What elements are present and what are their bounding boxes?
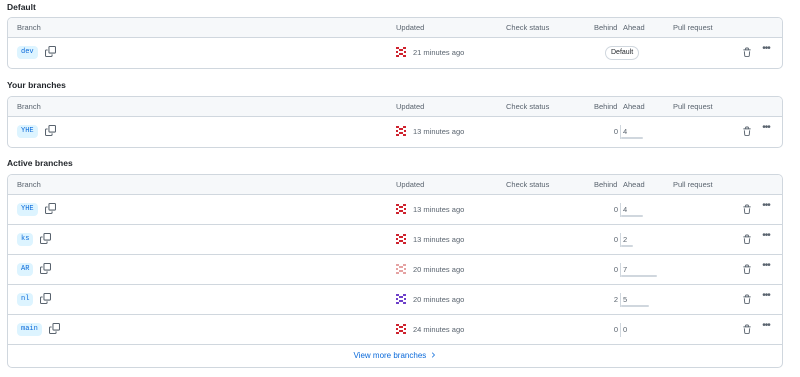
branch-name-link[interactable]: YHE — [17, 203, 38, 216]
branch-name-link[interactable]: main — [17, 323, 42, 336]
default-badge: Default — [605, 46, 640, 60]
avatar[interactable] — [396, 234, 406, 244]
column-header-branch: Branch — [17, 180, 41, 189]
view-more-branches-link[interactable]: View more branches — [8, 345, 782, 367]
branch-name-link[interactable]: YHE — [17, 125, 38, 138]
delete-branch-icon[interactable] — [742, 204, 752, 215]
copy-icon[interactable] — [45, 125, 56, 136]
table-header: Branch Updated Check status Behind Ahead Pull… — [8, 97, 782, 117]
avatar[interactable] — [396, 126, 406, 136]
view-more-label: View more branches — [353, 351, 427, 360]
avatar[interactable] — [396, 294, 406, 304]
branch-row: dev 21 minutes ago Default ••• — [8, 38, 782, 68]
updated-time: 20 minutes ago — [413, 265, 465, 274]
section-title-your-branches: Your branches — [7, 80, 66, 90]
copy-icon[interactable] — [49, 323, 60, 334]
branch-row: YHE 13 minutes ago 0 4 ••• — [8, 195, 782, 225]
ahead-bar — [621, 215, 643, 217]
column-header-ahead: Ahead — [623, 102, 645, 111]
ahead-bar — [621, 305, 649, 307]
more-options-icon[interactable]: ••• — [759, 321, 773, 333]
table-header: Branch Updated Check status Behind Ahead Pull… — [8, 18, 782, 38]
behind-count: 0 — [613, 127, 618, 136]
column-header-ahead: Ahead — [623, 180, 645, 189]
ahead-count: 5 — [623, 295, 628, 304]
behind-count: 0 — [613, 265, 618, 274]
branch-name-link[interactable]: dev — [17, 46, 38, 59]
column-header-branch: Branch — [17, 102, 41, 111]
branch-row: ks 13 minutes ago 0 2 ••• — [8, 225, 782, 255]
updated-time: 24 minutes ago — [413, 325, 465, 334]
behind-count: 0 — [613, 205, 618, 214]
branch-name-link[interactable]: nl — [17, 293, 34, 306]
column-header-ahead: Ahead — [623, 23, 645, 32]
ahead-bar — [621, 137, 643, 139]
branch-row: main 24 minutes ago 0 0 ••• — [8, 315, 782, 345]
column-header-branch: Branch — [17, 23, 41, 32]
column-header-check-status: Check status — [506, 180, 550, 189]
ahead-bar — [621, 245, 633, 247]
branch-row: AR 20 minutes ago 0 7 ••• — [8, 255, 782, 285]
column-header-behind: Behind — [594, 23, 618, 32]
column-header-check-status: Check status — [506, 23, 550, 32]
more-options-icon[interactable]: ••• — [759, 201, 773, 213]
column-header-check-status: Check status — [506, 102, 550, 111]
chevron-right-icon — [426, 351, 436, 360]
behind-count: 2 — [613, 295, 618, 304]
copy-icon[interactable] — [40, 293, 51, 304]
behind-count: 0 — [613, 325, 618, 334]
column-header-pull-request: Pull request — [673, 102, 713, 111]
branch-row: nl 20 minutes ago 2 5 ••• — [8, 285, 782, 315]
column-header-pull-request: Pull request — [673, 180, 713, 189]
delete-branch-icon[interactable] — [742, 47, 752, 58]
more-options-icon[interactable]: ••• — [759, 231, 773, 243]
column-header-behind: Behind — [594, 102, 618, 111]
branch-name-link[interactable]: AR — [17, 263, 34, 276]
more-options-icon[interactable]: ••• — [759, 261, 773, 273]
more-options-icon[interactable]: ••• — [759, 291, 773, 303]
delete-branch-icon[interactable] — [742, 324, 752, 335]
delete-branch-icon[interactable] — [742, 126, 752, 137]
more-options-icon[interactable]: ••• — [759, 123, 773, 135]
avatar[interactable] — [396, 264, 406, 274]
your-branches-table: Branch Updated Check status Behind Ahead Pull… — [7, 96, 783, 148]
ahead-count: 0 — [623, 325, 628, 334]
branch-row: YHE 13 minutes ago 0 4 ••• — [8, 117, 782, 147]
behind-count: 0 — [613, 235, 618, 244]
branch-name-link[interactable]: ks — [17, 233, 34, 246]
section-title-default: Default — [7, 2, 36, 12]
updated-time: 20 minutes ago — [413, 295, 465, 304]
table-header: Branch Updated Check status Behind Ahead Pull… — [8, 175, 782, 195]
column-header-updated: Updated — [396, 23, 425, 32]
section-title-active-branches: Active branches — [7, 158, 73, 168]
copy-icon[interactable] — [40, 233, 51, 244]
avatar[interactable] — [396, 47, 406, 57]
ahead-count: 4 — [623, 205, 628, 214]
active-branches-table: Branch Updated Check status Behind Ahead Pull… — [7, 174, 783, 368]
updated-time: 13 minutes ago — [413, 127, 465, 136]
more-options-icon[interactable]: ••• — [759, 44, 773, 56]
default-branches-table: Branch Updated Check status Behind Ahead Pull… — [7, 17, 783, 69]
ahead-count: 7 — [623, 265, 628, 274]
column-header-behind: Behind — [594, 180, 618, 189]
column-header-pull-request: Pull request — [673, 23, 713, 32]
avatar[interactable] — [396, 204, 406, 214]
column-header-updated: Updated — [396, 102, 425, 111]
column-header-updated: Updated — [396, 180, 425, 189]
behind-ahead-divider — [620, 323, 621, 337]
updated-time: 21 minutes ago — [413, 48, 465, 57]
copy-icon[interactable] — [45, 46, 56, 57]
delete-branch-icon[interactable] — [742, 264, 752, 275]
ahead-count: 2 — [623, 235, 628, 244]
avatar[interactable] — [396, 324, 406, 334]
updated-time: 13 minutes ago — [413, 235, 465, 244]
ahead-bar — [621, 275, 657, 277]
delete-branch-icon[interactable] — [742, 234, 752, 245]
copy-icon[interactable] — [45, 203, 56, 214]
delete-branch-icon[interactable] — [742, 294, 752, 305]
updated-time: 13 minutes ago — [413, 205, 465, 214]
copy-icon[interactable] — [40, 263, 51, 274]
ahead-count: 4 — [623, 127, 628, 136]
